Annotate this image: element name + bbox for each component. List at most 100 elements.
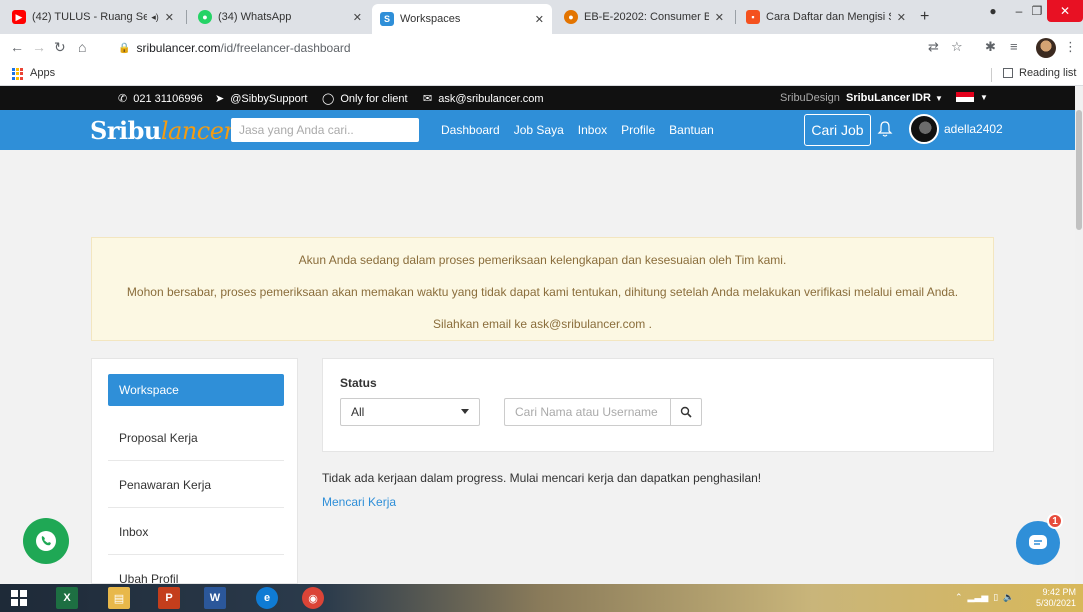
address-bar: ← → ↻ ⌂ 🔒 sribulancer.com/id/freelancer-… (0, 34, 1083, 62)
url-field[interactable]: 🔒 sribulancer.com/id/freelancer-dashboar… (118, 37, 918, 59)
indonesia-flag-icon (956, 92, 974, 102)
menu-dots-icon[interactable]: ⋮ (1064, 39, 1077, 55)
telegram-icon: ➤ (215, 93, 225, 105)
apps-grid-icon[interactable] (12, 68, 24, 80)
chat-notification-badge: 1 (1047, 513, 1063, 529)
phone-contact[interactable]: ✆ 021 31106996 (118, 92, 203, 106)
youtube-icon: ▶ (12, 10, 26, 24)
site-navbar: Sribulancer Dashboard Job Saya Inbox Pro… (0, 110, 1075, 150)
article-favicon: ▪ (746, 10, 760, 24)
language-dropdown[interactable]: ▼ (944, 92, 988, 102)
search-icon (680, 406, 692, 418)
username-label[interactable]: adella2402 (944, 122, 1003, 136)
nav-profile[interactable]: Profile (621, 123, 655, 137)
close-tab-icon[interactable]: ✕ (165, 11, 174, 24)
maximize-icon[interactable]: ❐ (1028, 0, 1046, 22)
browser-tabstrip: ▶ (42) TULUS - Ruang Sendi ◂) ✕ ● (34) W… (0, 0, 1083, 34)
reading-list-button[interactable]: Reading list (1003, 67, 1076, 79)
sribudesign-link[interactable]: SribuDesign (780, 92, 840, 104)
page-scrollbar[interactable] (1075, 86, 1083, 584)
name-username-search-input[interactable] (504, 398, 670, 426)
forward-arrow-icon[interactable]: → (32, 39, 46, 55)
close-tab-icon[interactable]: ✕ (897, 11, 906, 24)
new-tab-icon[interactable]: + (920, 8, 929, 26)
sidebar-item-proposal-kerja[interactable]: Proposal Kerja (108, 415, 284, 461)
word-icon[interactable]: W (204, 587, 226, 609)
status-filter-panel: Status All (322, 358, 994, 452)
powerpoint-icon[interactable]: P (158, 587, 180, 609)
whatsapp-float-button[interactable] (23, 518, 69, 564)
browser-tab-workspaces[interactable]: S Workspaces ✕ (372, 4, 552, 34)
edge-icon[interactable]: e (256, 587, 278, 609)
notification-bell-icon[interactable] (877, 120, 893, 143)
reload-icon[interactable]: ↻ (54, 39, 66, 56)
taskbar-clock[interactable]: 9:42 PM 5/30/2021 (1036, 587, 1076, 609)
cari-job-button[interactable]: Cari Job (804, 114, 871, 146)
sribulancer-logo[interactable]: Sribulancer (90, 116, 235, 145)
caret-down-icon (461, 409, 469, 414)
currency-dropdown[interactable]: IDR ▼ (912, 92, 943, 104)
audio-icon: ◂) (151, 11, 159, 22)
chat-icon (1029, 535, 1047, 549)
site-top-info-bar: ✆ 021 31106996 ➤ @SibbySupport ◯ Only for c… (0, 86, 1075, 110)
sidebar-item-inbox[interactable]: Inbox (108, 509, 284, 555)
chrome-icon[interactable]: ◉ (302, 587, 324, 609)
caret-down-icon: ▼ (934, 93, 943, 103)
sidebar-item-ubah-profil[interactable]: Ubah Profil (108, 556, 284, 583)
bookmarks-bar: Apps Reading list (0, 62, 1083, 86)
user-avatar[interactable] (909, 114, 939, 144)
main-nav-links: Dashboard Job Saya Inbox Profile Bantuan (441, 123, 714, 137)
windows-taskbar: X ▤ P W e ◉ ⌃ ▂▃▅ ▯ 🔈 9:42 PM 5/30/2021 (0, 584, 1083, 612)
file-explorer-icon[interactable]: ▤ (108, 587, 130, 609)
status-label: Status (340, 376, 377, 390)
profile-avatar-icon[interactable] (1036, 38, 1056, 58)
whatsapp-icon (36, 531, 56, 551)
whatsapp-contact[interactable]: ◯ Only for client (322, 92, 408, 106)
reading-list-icon (1003, 68, 1013, 78)
nav-dashboard[interactable]: Dashboard (441, 123, 500, 137)
whatsapp-icon: ● (198, 10, 212, 24)
status-select[interactable]: All (340, 398, 480, 426)
sribulancer-link[interactable]: SribuLancer (846, 92, 910, 104)
nav-job-saya[interactable]: Job Saya (514, 123, 564, 137)
window-close-icon[interactable]: ✕ (1047, 0, 1083, 22)
back-arrow-icon[interactable]: ← (10, 39, 24, 55)
email-contact[interactable]: ✉ ask@sribulancer.com (423, 92, 544, 106)
mail-icon: ✉ (423, 93, 433, 105)
course-favicon: ● (564, 10, 578, 24)
dashboard-sidebar: Workspace Proposal Kerja Penawaran Kerja… (91, 358, 298, 584)
extensions-icon[interactable]: ✱ (985, 39, 996, 55)
nav-inbox[interactable]: Inbox (578, 123, 607, 137)
excel-icon[interactable]: X (56, 587, 78, 609)
caret-down-icon: ▼ (980, 92, 988, 102)
sribulancer-favicon: S (380, 12, 394, 26)
sidebar-item-workspace[interactable]: Workspace (108, 374, 284, 406)
telegram-contact[interactable]: ➤ @SibbySupport (215, 92, 307, 106)
whatsapp-icon: ◯ (322, 93, 335, 105)
browser-tab-course[interactable]: ● EB-E-20202: Consumer Behavi ✕ (556, 4, 732, 30)
empty-progress-message: Tidak ada kerjaan dalam progress. Mulai … (322, 471, 762, 485)
nav-bantuan[interactable]: Bantuan (669, 123, 714, 137)
translate-icon[interactable]: ⇄ (928, 39, 939, 55)
media-control-icon[interactable]: ≡ (1010, 39, 1018, 54)
browser-tab-cara-daftar[interactable]: ▪ Cara Daftar dan Mengisi Skill d ✕ (738, 4, 914, 30)
mencari-kerja-link[interactable]: Mencari Kerja (322, 495, 396, 509)
minimize-icon[interactable]: – (1010, 0, 1028, 22)
close-tab-icon[interactable]: ✕ (353, 11, 362, 24)
lock-icon: 🔒 (118, 42, 131, 54)
apps-bookmark[interactable]: Apps (30, 67, 55, 79)
profile-indicator-icon[interactable]: ● (978, 0, 1008, 22)
browser-tab-whatsapp[interactable]: ● (34) WhatsApp ✕ (190, 4, 370, 30)
close-tab-icon[interactable]: ✕ (535, 13, 544, 26)
home-icon[interactable]: ⌂ (78, 39, 86, 55)
browser-tab-youtube[interactable]: ▶ (42) TULUS - Ruang Sendi ◂) ✕ (4, 4, 182, 30)
close-tab-icon[interactable]: ✕ (715, 11, 724, 24)
windows-start-icon[interactable] (8, 587, 30, 609)
verification-alert: Akun Anda sedang dalam proses pemeriksaa… (91, 237, 994, 341)
phone-icon: ✆ (118, 93, 128, 105)
sidebar-item-penawaran-kerja[interactable]: Penawaran Kerja (108, 462, 284, 508)
search-button[interactable] (670, 398, 702, 426)
job-search-input[interactable] (231, 118, 419, 142)
system-tray-icons[interactable]: ⌃ ▂▃▅ ▯ 🔈 (955, 592, 1014, 603)
bookmark-star-icon[interactable]: ☆ (951, 39, 963, 55)
